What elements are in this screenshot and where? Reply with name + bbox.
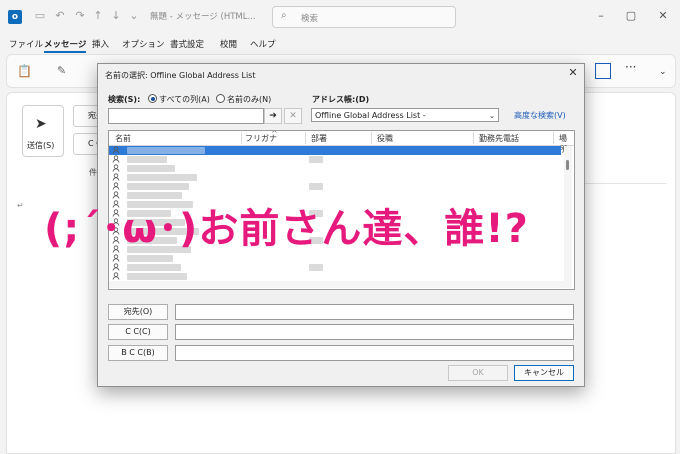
search-placeholder: 検索 — [301, 14, 319, 24]
redacted-department — [309, 183, 323, 190]
redacted-name — [127, 165, 175, 172]
menu-bar: ファイル メッセージ 挿入 オプション 書式設定 校閲 ヘルプ — [0, 34, 680, 53]
outlook-app-icon: o — [8, 10, 22, 24]
column-divider — [241, 132, 242, 144]
paste-icon[interactable]: 📋 — [17, 64, 32, 78]
minimize-icon[interactable]: – — [594, 9, 608, 23]
title-bar: o ▭ ↶ ↷ ↑ ↓ ⌄ 無題 - メッセージ (HTML... ⌕ 検索 –… — [0, 0, 680, 34]
column-title[interactable]: 役職 — [377, 133, 393, 144]
more-icon[interactable]: ··· — [625, 60, 636, 74]
column-name[interactable]: 名前 — [115, 133, 131, 144]
redacted-name — [127, 273, 187, 280]
contact-row[interactable] — [109, 182, 561, 191]
send-button[interactable]: ➤ 送信(S) — [22, 105, 64, 157]
column-department[interactable]: 部署 — [311, 133, 327, 144]
close-icon[interactable]: ✕ — [656, 9, 670, 23]
customize-chevron-icon[interactable]: ⌄ — [128, 10, 140, 22]
person-icon — [112, 146, 120, 154]
search-input[interactable]: ⌕ 検索 — [272, 6, 456, 28]
radio-unselected-icon — [216, 94, 225, 103]
menu-file[interactable]: ファイル — [9, 38, 43, 50]
list-header: 名前 フリガナ ^ 部署 役職 勤務先電話 場所 — [109, 130, 574, 154]
format-painter-icon[interactable]: ✎ — [57, 64, 66, 77]
cancel-button[interactable]: キャンセル — [514, 365, 574, 381]
sort-caret-icon: ^ — [271, 130, 278, 138]
person-icon — [112, 182, 120, 190]
contact-row[interactable] — [109, 173, 561, 182]
overlay-caption: (;´･ω･)お前さん達、誰!? — [44, 206, 529, 252]
contact-row[interactable] — [109, 155, 561, 164]
contact-row[interactable] — [109, 263, 561, 272]
maximize-icon[interactable]: ▢ — [624, 9, 638, 23]
person-icon — [112, 254, 120, 262]
column-divider — [371, 132, 372, 144]
menu-review[interactable]: 校閲 — [220, 38, 237, 50]
vertical-scrollbar[interactable] — [564, 146, 572, 288]
bcc-recipients-field[interactable] — [175, 345, 574, 361]
addressbook-label: アドレス帳:(D) — [312, 95, 370, 104]
ok-button[interactable]: OK — [448, 365, 508, 381]
up-arrow-icon[interactable]: ↑ — [92, 10, 104, 22]
column-divider — [473, 132, 474, 144]
column-work-phone[interactable]: 勤務先電話 — [479, 133, 519, 144]
send-icon: ➤ — [35, 116, 47, 132]
contact-row[interactable] — [109, 272, 561, 281]
redacted-department — [309, 156, 323, 163]
name-search-input[interactable] — [108, 108, 264, 124]
contact-row[interactable] — [109, 164, 561, 173]
redacted-name — [127, 255, 173, 262]
redo-icon[interactable]: ↷ — [74, 10, 86, 22]
menu-message[interactable]: メッセージ — [44, 38, 87, 53]
advanced-search-link[interactable]: 高度な検索(V) — [514, 110, 566, 121]
person-icon — [112, 263, 120, 271]
person-icon — [112, 272, 120, 280]
menu-insert[interactable]: 挿入 — [92, 38, 109, 50]
send-label: 送信(S) — [27, 141, 55, 150]
paragraph-mark-icon: ↵ — [17, 201, 24, 210]
search-label: 検索(S): — [108, 95, 141, 104]
horizontal-scrollbar[interactable] — [109, 281, 564, 288]
addressbook-select[interactable]: Offline Global Address List - ⌄ — [311, 108, 499, 122]
search-icon: ⌕ — [281, 10, 287, 21]
redacted-department — [309, 264, 323, 271]
save-icon[interactable]: ▭ — [34, 10, 46, 22]
go-arrow-button[interactable]: ➔ — [264, 108, 282, 124]
addressbook-value: Offline Global Address List - — [315, 111, 426, 120]
radio-name-only-label: 名前のみ(N) — [227, 95, 272, 104]
clear-search-button[interactable]: ✕ — [284, 108, 302, 124]
selected-contact-row[interactable] — [109, 146, 561, 155]
redacted-name — [127, 156, 167, 163]
scrollbar-thumb[interactable] — [566, 160, 569, 170]
redacted-name — [127, 183, 189, 190]
person-icon — [112, 164, 120, 172]
to-recipients-field[interactable] — [175, 304, 574, 320]
undo-icon[interactable]: ↶ — [54, 10, 66, 22]
menu-format[interactable]: 書式設定 — [170, 38, 204, 50]
person-icon — [112, 173, 120, 181]
down-arrow-icon[interactable]: ↓ — [110, 10, 122, 22]
dialog-close-icon[interactable]: ✕ — [566, 66, 580, 80]
person-icon — [112, 155, 120, 163]
menu-options[interactable]: オプション — [122, 38, 165, 50]
redacted-name — [127, 147, 205, 154]
redacted-name — [127, 174, 197, 181]
app-grid-icon[interactable] — [595, 63, 611, 79]
radio-selected-icon — [148, 94, 157, 103]
radio-all-columns-label: すべての列(A) — [159, 95, 210, 104]
cc-recipients-button[interactable]: C C(C) — [108, 324, 168, 340]
to-recipients-button[interactable]: 宛先(O) — [108, 304, 168, 320]
bcc-recipients-button[interactable]: B C C(B) — [108, 345, 168, 361]
contact-row[interactable] — [109, 254, 561, 263]
cc-recipients-field[interactable] — [175, 324, 574, 340]
redacted-name — [127, 264, 181, 271]
dialog-title: 名前の選択: Offline Global Address List — [105, 71, 256, 80]
menu-help[interactable]: ヘルプ — [250, 38, 276, 50]
ribbon-collapse-chevron-icon[interactable]: ⌄ — [659, 67, 667, 77]
column-divider — [553, 132, 554, 144]
window-title: 無題 - メッセージ (HTML... — [150, 12, 256, 22]
radio-all-columns[interactable]: すべての列(A) — [148, 94, 210, 105]
column-divider — [305, 132, 306, 144]
chevron-down-icon: ⌄ — [489, 112, 495, 120]
radio-name-only[interactable]: 名前のみ(N) — [216, 94, 271, 105]
